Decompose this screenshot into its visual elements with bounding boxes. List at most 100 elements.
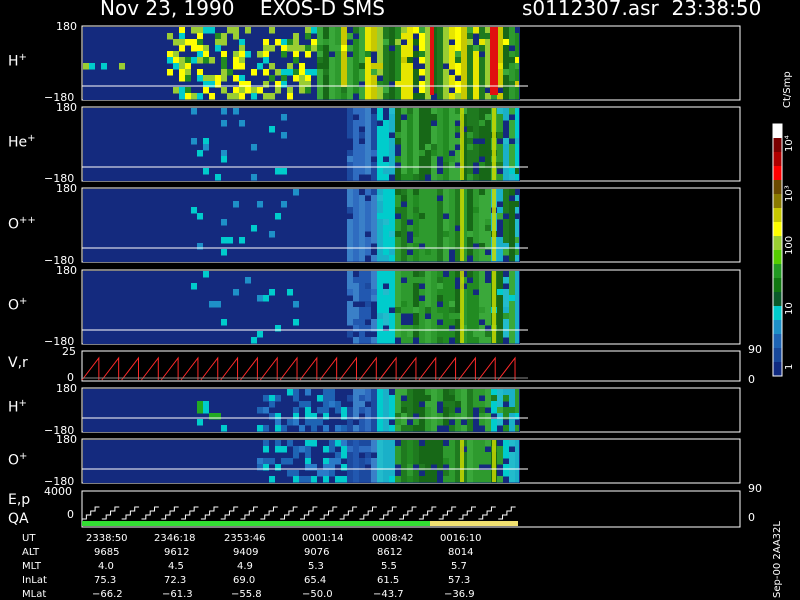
spectrogram-cell [497, 289, 503, 296]
spectrogram-cell [353, 476, 359, 483]
spectrogram-cell [305, 87, 311, 94]
spectrogram-cell [461, 401, 467, 408]
spectrogram-cell [413, 249, 419, 256]
spectrogram-cell [431, 174, 437, 181]
spectrogram-cell [407, 301, 413, 308]
spectrogram-cell [167, 33, 173, 40]
spectrogram-cell [431, 138, 437, 145]
spectrogram-cell [425, 231, 431, 238]
table-cell: 75.3 [94, 575, 117, 586]
spectrogram-cell [371, 33, 377, 40]
spectrogram-cell [437, 27, 443, 34]
y-tick-top: 180 [56, 264, 77, 277]
spectrogram-cell [407, 213, 413, 220]
spectrogram-cell [419, 219, 425, 226]
spectrogram-cell [239, 57, 245, 64]
spectrogram-cell [497, 207, 503, 214]
spectrogram-cell [389, 213, 395, 220]
right-tick-top: 90 [748, 343, 762, 356]
spectrogram-cell [473, 144, 479, 151]
spectrogram-cell [413, 277, 419, 284]
spectrogram-cell [389, 476, 395, 483]
spectrogram-cell [407, 440, 413, 447]
spectrogram-cell [449, 138, 455, 145]
spectrogram-cell [515, 271, 519, 278]
spectrogram-cell [341, 425, 347, 432]
spectrogram-cell [425, 255, 431, 262]
spectrogram-cell [299, 81, 305, 88]
spectrogram-cell [473, 114, 479, 121]
spectrogram-cell [443, 150, 449, 157]
spectrogram-cell [449, 225, 455, 232]
spectrogram-cell [221, 249, 227, 256]
spectrogram-cell [431, 277, 437, 284]
spectrogram-cell [395, 413, 401, 420]
spectrogram-cell [359, 476, 365, 483]
spectrogram-cell [203, 51, 209, 58]
spectrogram-cell [407, 425, 413, 432]
spectrogram-cell [359, 307, 365, 314]
spectrogram-cell [509, 63, 515, 70]
spectrogram-cell [503, 144, 509, 151]
spectrogram-cell [383, 93, 389, 100]
spectrogram-cell [497, 401, 503, 408]
spectrogram-cell [407, 401, 413, 408]
spectrogram-cell [473, 237, 479, 244]
spectrogram-cell [497, 156, 503, 163]
y-tick-top: 180 [56, 433, 77, 446]
spectrogram-cell [443, 132, 449, 139]
spectrogram-cell [515, 120, 519, 127]
spectrogram-cell [353, 225, 359, 232]
spectrogram-cell [401, 413, 407, 420]
spectrogram-cell [221, 39, 227, 46]
spectrogram-cell [497, 419, 503, 426]
spectrogram-cell [371, 87, 377, 94]
spectrogram-cell [233, 93, 239, 100]
spectrogram-cell [449, 452, 455, 459]
spectrogram-cell [335, 69, 341, 76]
spectrogram-cell [503, 195, 509, 202]
bright-streak [492, 189, 496, 261]
spectrogram-cell [365, 458, 371, 465]
spectrogram-cell [209, 413, 215, 420]
spectrogram-cell [473, 277, 479, 284]
spectrogram-cell [359, 337, 365, 344]
spectrogram-cell [407, 63, 413, 70]
spectrogram-cell [359, 389, 365, 396]
spectrogram-cell [311, 464, 317, 471]
spectrogram-cell [509, 150, 515, 157]
spectrogram-cell [263, 45, 269, 52]
spectrogram-cell [479, 81, 485, 88]
spectrogram-cell [335, 39, 341, 46]
spectrogram-cell [377, 313, 383, 320]
spectrogram-cell [395, 39, 401, 46]
spectrogram-cell [401, 464, 407, 471]
spectrogram-cell [425, 464, 431, 471]
qa-bar-caution [430, 521, 518, 526]
spectrogram-cell [509, 313, 515, 320]
spectrogram-cell [341, 45, 347, 52]
spectrogram-cell [293, 51, 299, 58]
spectrogram-cell [449, 213, 455, 220]
spectrogram-cell [353, 138, 359, 145]
spectrogram-cell [413, 168, 419, 175]
spectrogram-cell [329, 464, 335, 471]
spectrogram-cell [347, 57, 353, 64]
spectrogram-cell [365, 132, 371, 139]
spectrogram-cell [485, 225, 491, 232]
spectrogram-cell [365, 425, 371, 432]
spectrogram-cell [383, 33, 389, 40]
spectrogram-cell [413, 156, 419, 163]
sms-spectrogram-figure: Nov 23, 1990 EXOS-D SMS s0112307.asr 23:… [0, 0, 800, 600]
spectrogram-cell [383, 446, 389, 453]
spectrogram-cell [377, 27, 383, 34]
spectrogram-cell [479, 419, 485, 426]
spectrogram-cell [353, 237, 359, 244]
spectrogram-cell [221, 87, 227, 94]
spectrogram-cell [383, 150, 389, 157]
spectrogram-cell [437, 249, 443, 256]
spectrogram-cell [377, 301, 383, 308]
spectrogram-cell [377, 51, 383, 58]
spectrogram-cell [467, 201, 473, 208]
colorbar-segment [773, 166, 782, 181]
